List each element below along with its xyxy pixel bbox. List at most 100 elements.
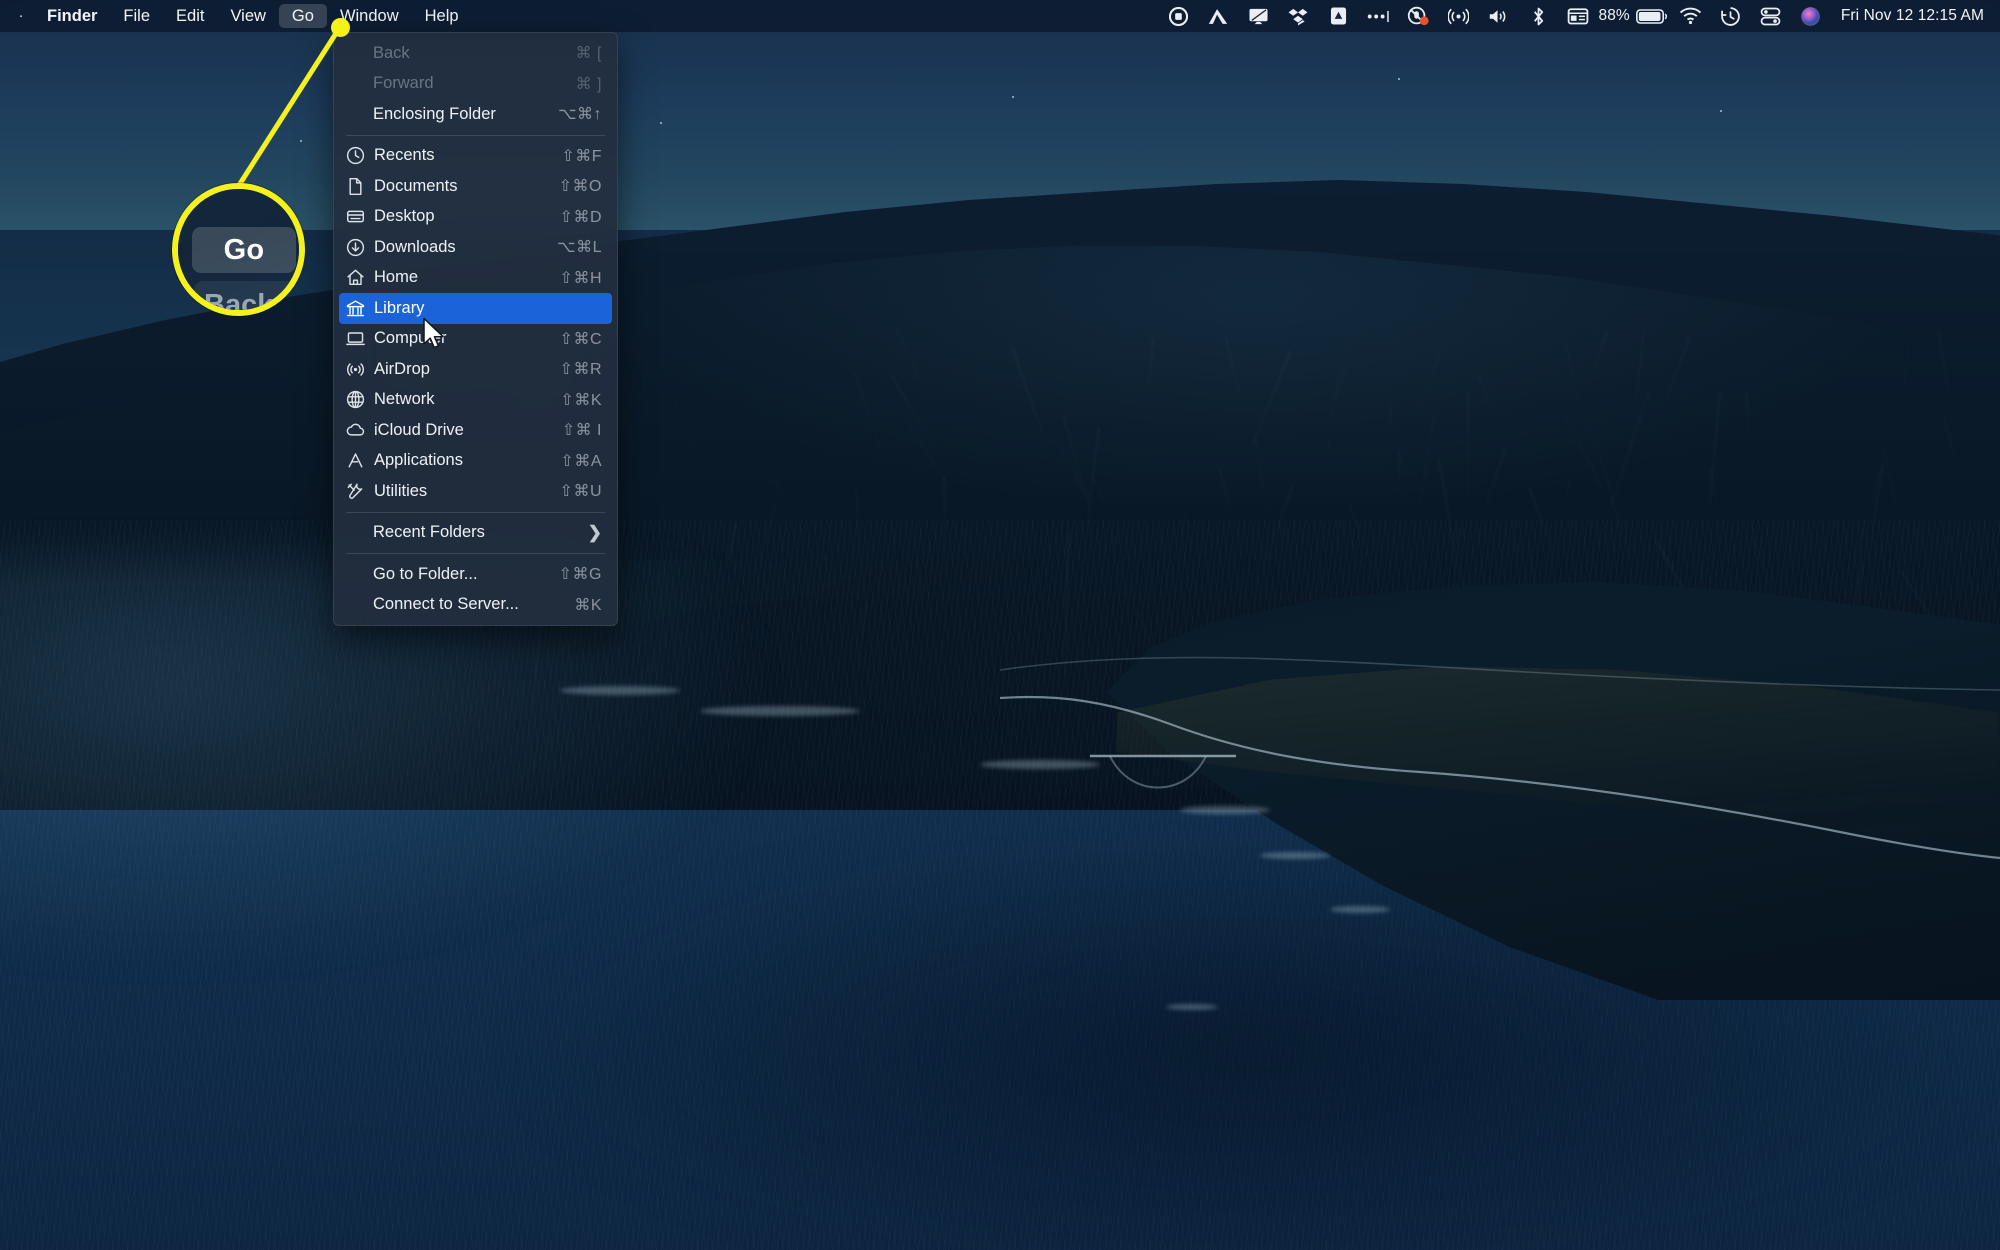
menu-item-shortcut: ⇧⌘D — [560, 207, 602, 227]
menu-item-icloud-drive[interactable]: iCloud Drive ⇧⌘ I — [339, 415, 612, 446]
computer-icon — [346, 329, 372, 348]
library-icon — [346, 299, 372, 318]
menu-item-shortcut: ⇧⌘C — [560, 329, 602, 349]
airplay-display-icon[interactable] — [1238, 0, 1278, 32]
go-dropdown-menu: Back ⌘ [Forward ⌘ ] Enclosing Folder ⌥⌘↑ Rece… — [333, 32, 618, 626]
menu-item-forward: Forward ⌘ ] — [339, 69, 612, 100]
menu-item-shortcut: ⌥⌘↑ — [558, 104, 602, 124]
menu-bar-item-help[interactable]: Help — [412, 4, 472, 28]
appstore-icon — [346, 451, 372, 470]
desktop-icon — [346, 207, 372, 226]
menu-item-label: Applications — [372, 451, 560, 470]
dropbox-icon[interactable] — [1278, 0, 1318, 32]
menu-bar-status-items: 88% Fri Nov 12 12:15 AM — [1158, 0, 2000, 32]
menu-bar-item-finder[interactable]: Finder — [34, 4, 110, 28]
battery-percentage-label: 88% — [1598, 7, 1632, 25]
menu-item-label: Library — [372, 299, 602, 318]
menu-item-computer[interactable]: Computer ⇧⌘C — [339, 324, 612, 355]
menu-item-label: Recent Folders — [372, 523, 588, 542]
menu-item-go-to-folder[interactable]: Go to Folder... ⇧⌘G — [339, 559, 612, 590]
menu-bar-item-edit[interactable]: Edit — [163, 4, 217, 28]
menu-bar-item-window[interactable]: Window — [327, 4, 412, 28]
menu-item-shortcut: ⇧⌘U — [560, 481, 602, 501]
menu-item-label: Computer — [372, 329, 560, 348]
airdrop-icon — [346, 360, 372, 379]
cloud-icon — [346, 421, 372, 440]
menu-item-shortcut: ⌘ ] — [576, 74, 602, 94]
network-icon — [346, 390, 372, 409]
menu-bar-clock[interactable]: Fri Nov 12 12:15 AM — [1831, 7, 1984, 25]
desktop-wallpaper — [0, 0, 2000, 1250]
mouse-cursor — [422, 317, 448, 353]
menu-item-label: Network — [372, 390, 560, 409]
menu-item-label: AirDrop — [372, 360, 560, 379]
menu-item-shortcut: ⌘ [ — [576, 43, 602, 63]
battery-icon[interactable] — [1633, 0, 1671, 32]
time-machine-icon[interactable] — [1711, 0, 1751, 32]
siri-icon[interactable] — [1791, 0, 1831, 32]
menu-bar-item-view[interactable]: View — [217, 4, 278, 28]
menu-item-shortcut: ⇧⌘O — [559, 176, 602, 196]
menu-item-network[interactable]: Network ⇧⌘K — [339, 385, 612, 416]
bluetooth-icon[interactable] — [1518, 0, 1558, 32]
menu-bar: Finder File Edit View Go Window Help 88%… — [0, 0, 2000, 32]
wallpaper-sky — [0, 0, 2000, 230]
menu-bar-item-file[interactable]: File — [110, 4, 163, 28]
menu-item-library[interactable]: Library — [339, 293, 612, 324]
menu-item-shortcut: ⇧⌘ I — [562, 420, 602, 440]
nordvpn-icon[interactable] — [1198, 0, 1238, 32]
menu-item-utilities[interactable]: Utilities ⇧⌘U — [339, 476, 612, 507]
overflow-dots-icon[interactable] — [1358, 0, 1398, 32]
menu-item-recent-folders[interactable]: Recent Folders ❯ — [339, 518, 612, 549]
backblaze-icon[interactable] — [1318, 0, 1358, 32]
menu-separator — [346, 135, 605, 136]
download-icon — [346, 238, 372, 257]
chevron-right-icon: ❯ — [588, 523, 602, 543]
menu-item-recents[interactable]: Recents ⇧⌘F — [339, 141, 612, 172]
menu-item-label: Downloads — [372, 238, 557, 257]
menu-bar-app-menus: Finder File Edit View Go Window Help — [0, 0, 472, 32]
menu-item-label: Recents — [372, 146, 561, 165]
home-icon — [346, 268, 372, 287]
menu-item-shortcut: ⇧⌘H — [560, 268, 602, 288]
menu-item-enclosing-folder[interactable]: Enclosing Folder ⌥⌘↑ — [339, 99, 612, 130]
menu-item-back: Back ⌘ [ — [339, 38, 612, 69]
screen-recording-icon[interactable] — [1158, 0, 1198, 32]
menu-item-label: Home — [372, 268, 560, 287]
macos-desktop: Finder File Edit View Go Window Help 88%… — [0, 0, 2000, 1250]
menu-item-label: Go to Folder... — [372, 565, 559, 584]
menu-item-shortcut: ⇧⌘R — [560, 359, 602, 379]
menu-bar-item-go[interactable]: Go — [279, 4, 327, 28]
menu-item-shortcut: ⇧⌘F — [561, 146, 602, 166]
menu-item-shortcut: ⇧⌘A — [560, 451, 602, 471]
control-center-icon[interactable] — [1751, 0, 1791, 32]
menu-item-label: Connect to Server... — [372, 595, 574, 614]
apple-logo-icon[interactable] — [14, 4, 34, 28]
menu-item-documents[interactable]: Documents ⇧⌘O — [339, 171, 612, 202]
menu-item-shortcut: ⇧⌘K — [560, 390, 602, 410]
menu-item-applications[interactable]: Applications ⇧⌘A — [339, 446, 612, 477]
screenshot-tool-icon[interactable] — [1558, 0, 1598, 32]
menu-item-airdrop[interactable]: AirDrop ⇧⌘R — [339, 354, 612, 385]
menu-item-label: Utilities — [372, 482, 560, 501]
menu-item-label: Forward — [372, 74, 576, 93]
menu-item-shortcut: ⇧⌘G — [559, 564, 602, 584]
wifi-icon[interactable] — [1671, 0, 1711, 32]
menu-item-label: Back — [372, 44, 576, 63]
document-icon — [346, 177, 372, 196]
menu-item-label: Documents — [372, 177, 559, 196]
airdrop-icon[interactable] — [1438, 0, 1478, 32]
menu-item-shortcut: ⌘K — [574, 595, 602, 615]
menu-item-connect-to-server[interactable]: Connect to Server... ⌘K — [339, 590, 612, 621]
menu-item-home[interactable]: Home ⇧⌘H — [339, 263, 612, 294]
menu-separator — [346, 512, 605, 513]
menu-item-label: iCloud Drive — [372, 421, 562, 440]
menu-separator — [346, 553, 605, 554]
volume-icon[interactable] — [1478, 0, 1518, 32]
mic-mute-icon[interactable] — [1398, 0, 1438, 32]
utilities-icon — [346, 482, 372, 501]
clock-icon — [346, 146, 372, 165]
wallpaper-bridge — [1088, 742, 1238, 812]
menu-item-downloads[interactable]: Downloads ⌥⌘L — [339, 232, 612, 263]
menu-item-desktop[interactable]: Desktop ⇧⌘D — [339, 202, 612, 233]
